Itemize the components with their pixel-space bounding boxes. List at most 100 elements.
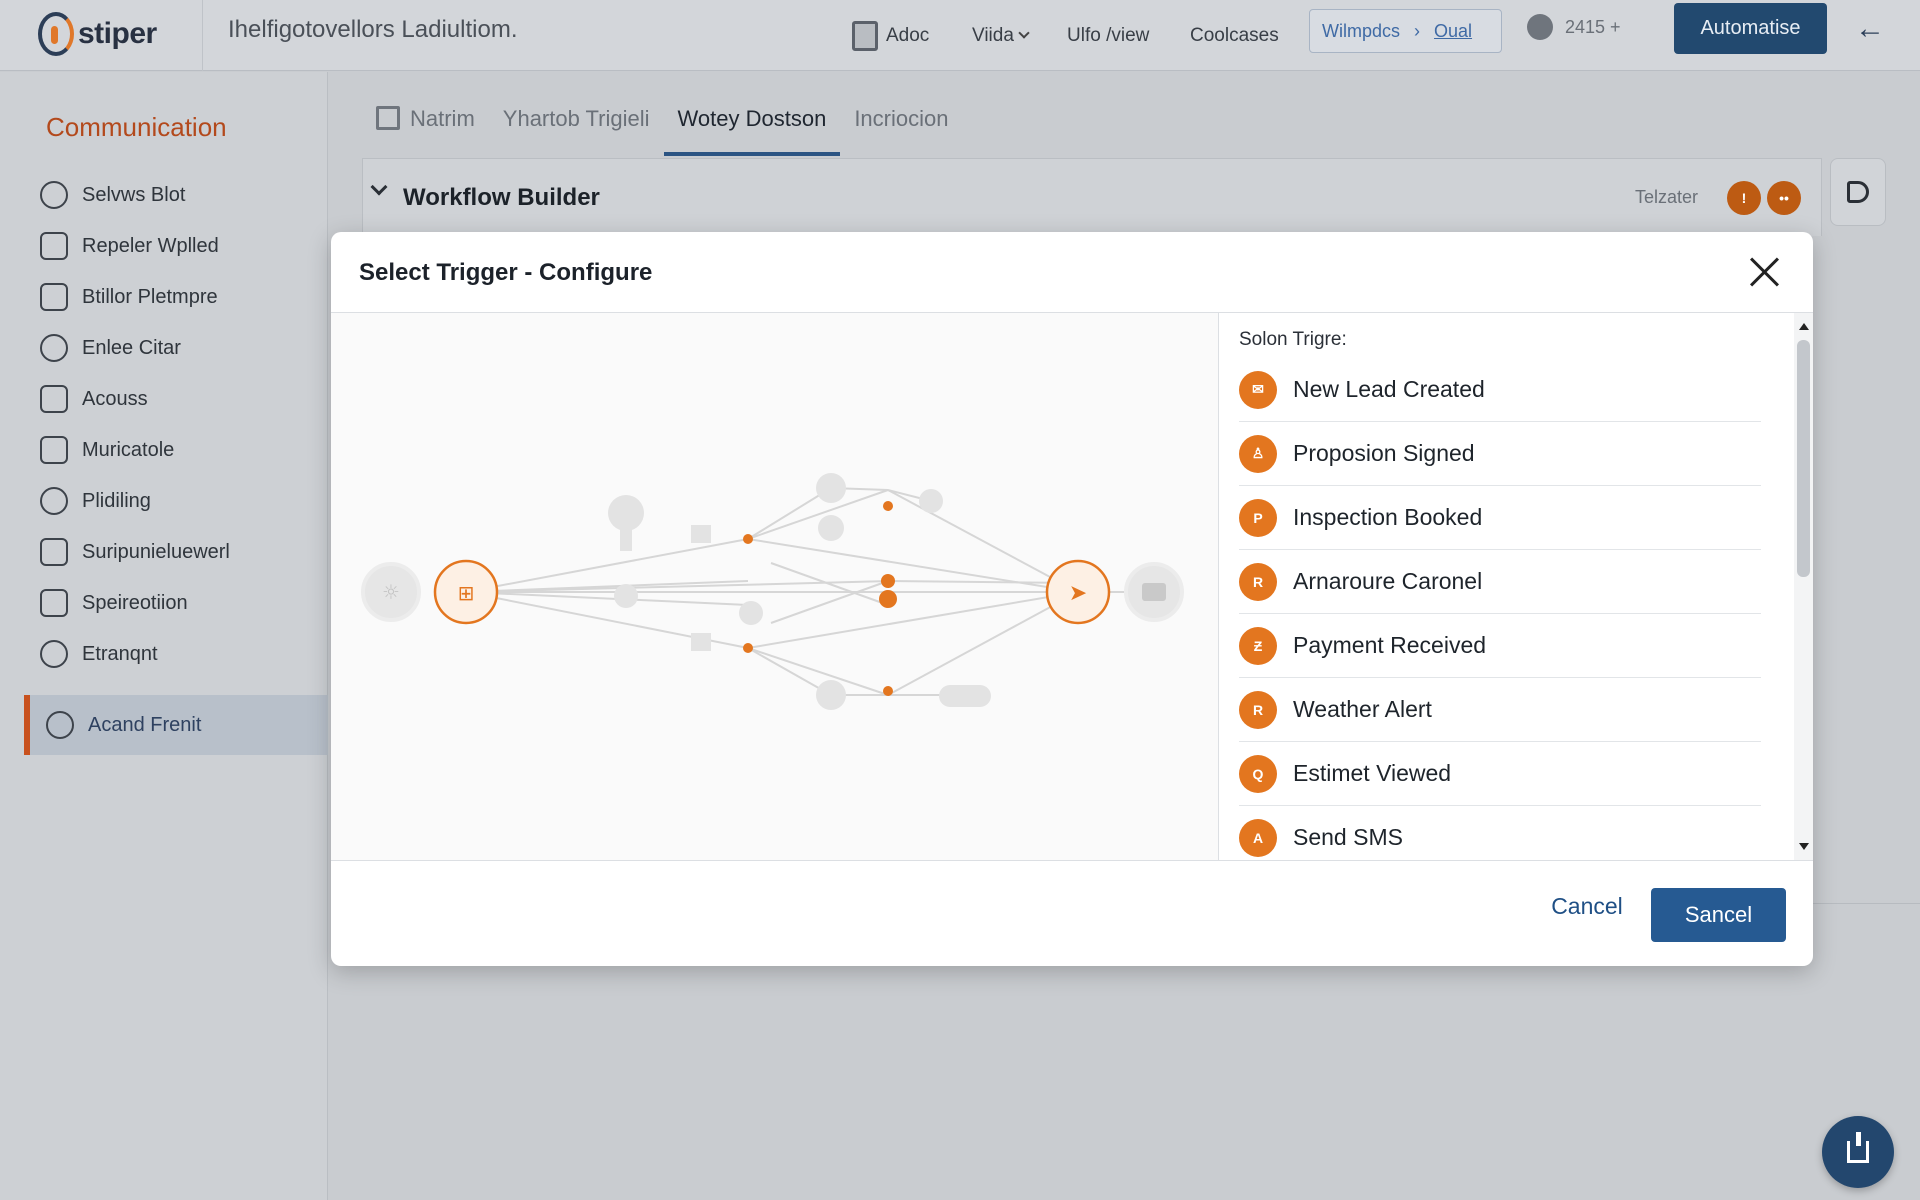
trigger-list-heading: Solon Trigre: bbox=[1239, 329, 1347, 350]
trigger-label: Arnaroure Caronel bbox=[1293, 568, 1483, 594]
breadcrumb-item[interactable]: Wilmpdcs bbox=[1322, 21, 1400, 42]
sms-icon: A bbox=[1239, 818, 1277, 857]
select-trigger-modal: Select Trigger - Configure ☼ ⊞ ➤ Solon T… bbox=[331, 232, 1813, 966]
trigger-item[interactable]: ♙ Proposion Signed bbox=[1239, 422, 1761, 486]
document-icon bbox=[40, 436, 68, 464]
counter-value: 2415 + bbox=[1565, 16, 1621, 37]
trigger-item[interactable]: ✉ New Lead Created bbox=[1239, 358, 1761, 422]
side-panel-toggle-button[interactable] bbox=[1830, 158, 1886, 226]
chevron-down-icon[interactable] bbox=[370, 178, 388, 196]
pin-icon: P bbox=[1239, 498, 1277, 537]
nav-label: Ulfo /view bbox=[1067, 24, 1150, 46]
sidebar-item-active[interactable]: Acand Frenit bbox=[24, 695, 328, 755]
user-icon: ♙ bbox=[1239, 434, 1277, 473]
trigger-item[interactable]: R Arnaroure Caronel bbox=[1239, 550, 1761, 614]
trigger-item[interactable]: R Weather Alert bbox=[1239, 678, 1761, 742]
workflow-header: Workflow Builder Telzater ! •• bbox=[362, 158, 1822, 236]
more-icon[interactable]: •• bbox=[1767, 181, 1801, 215]
sidebar-item-label: Acouss bbox=[82, 387, 148, 410]
sidebar-item[interactable]: Acouss bbox=[40, 379, 148, 419]
sidebar: Communication Selvws Blot Repeler Wplled… bbox=[0, 72, 328, 1200]
alert-icon: R bbox=[1239, 690, 1277, 729]
workflow-canvas[interactable]: ☼ ⊞ ➤ bbox=[331, 313, 1219, 860]
sidebar-item-label: Speireotiion bbox=[82, 591, 188, 614]
building-icon bbox=[852, 20, 878, 51]
sidebar-item[interactable]: Speireotiion bbox=[40, 583, 188, 623]
trigger-label: Send SMS bbox=[1293, 824, 1403, 850]
flag-icon: R bbox=[1239, 562, 1277, 601]
nav-item-viida[interactable]: Viida bbox=[972, 0, 1030, 71]
monitor-icon bbox=[40, 283, 68, 311]
modal-footer: Cancel Sancel bbox=[331, 860, 1813, 966]
sidebar-item[interactable]: Selvws Blot bbox=[40, 175, 185, 215]
trigger-label: Inspection Booked bbox=[1293, 504, 1483, 530]
sidebar-item[interactable]: Muricatole bbox=[40, 430, 174, 470]
sidebar-item[interactable]: Enlee Citar bbox=[40, 328, 181, 368]
modal-title: Select Trigger - Configure bbox=[359, 259, 653, 286]
trigger-item[interactable]: Q Estimet Viewed bbox=[1239, 742, 1761, 806]
scroll-up-icon[interactable] bbox=[1799, 323, 1809, 330]
user-avatar-icon[interactable] bbox=[1527, 14, 1553, 40]
automatise-button[interactable]: Automatise bbox=[1674, 3, 1827, 54]
tab-incriocion[interactable]: Incriocion bbox=[840, 90, 962, 156]
tab-natrim[interactable]: Natrim bbox=[362, 90, 489, 156]
sidebar-item[interactable]: Etranqnt bbox=[40, 634, 158, 674]
chevron-right-icon: › bbox=[1414, 20, 1421, 41]
sidebar-item[interactable]: Plidiling bbox=[40, 481, 151, 521]
app-logo[interactable]: stiper bbox=[38, 8, 157, 60]
nav-item-coolcases[interactable]: Coolcases bbox=[1190, 0, 1279, 71]
panel-icon bbox=[1847, 181, 1869, 203]
sidebar-item[interactable]: Btillor Pletmpre bbox=[40, 277, 218, 317]
workflow-title: Workflow Builder bbox=[403, 184, 600, 211]
coin-icon bbox=[40, 334, 68, 362]
shield-icon bbox=[40, 232, 68, 260]
trigger-item[interactable]: P Inspection Booked bbox=[1239, 486, 1761, 550]
trigger-item[interactable]: Ƶ Payment Received bbox=[1239, 614, 1761, 678]
mail-icon bbox=[40, 385, 68, 413]
sidebar-item-label: Acand Frenit bbox=[88, 713, 202, 736]
share-icon bbox=[1847, 1132, 1869, 1163]
sidebar-title: Communication bbox=[46, 112, 227, 142]
sidebar-item-label: Enlee Citar bbox=[82, 336, 181, 359]
nav-item-view[interactable]: Ulfo /view bbox=[1067, 0, 1149, 71]
scrollbar[interactable] bbox=[1794, 313, 1813, 860]
modal-header: Select Trigger - Configure bbox=[331, 232, 1813, 313]
tab-label: Yhartob Trigieli bbox=[502, 106, 650, 131]
calendar-icon bbox=[40, 589, 68, 617]
scroll-down-icon[interactable] bbox=[1799, 843, 1809, 850]
nav-label: Adoc bbox=[886, 24, 930, 46]
tab-bar: Natrim Yhartob Trigieli Wotey Dostson In… bbox=[362, 90, 962, 156]
trigger-label: Proposion Signed bbox=[1293, 440, 1475, 466]
breadcrumb: Wilmpdcs › Oual bbox=[1309, 9, 1502, 53]
clipboard-icon bbox=[40, 538, 68, 566]
sidebar-item[interactable]: Acand Frenit bbox=[46, 705, 201, 745]
sidebar-item[interactable]: Suripunieluewerl bbox=[40, 532, 230, 572]
trigger-item[interactable]: A Send SMS bbox=[1239, 806, 1761, 860]
close-icon[interactable] bbox=[1749, 256, 1781, 288]
cancel-button[interactable]: Cancel bbox=[1527, 891, 1647, 921]
inbox-icon: ✉ bbox=[1239, 370, 1277, 409]
svg-text:☼: ☼ bbox=[382, 580, 400, 604]
back-arrow-icon[interactable]: ← bbox=[1855, 12, 1885, 46]
sidebar-item-label: Plidiling bbox=[82, 489, 151, 512]
sidebar-item-label: Btillor Pletmpre bbox=[82, 285, 218, 308]
svg-text:➤: ➤ bbox=[1069, 581, 1087, 606]
logo-icon bbox=[38, 12, 74, 56]
status-counter: 2415 + bbox=[1527, 14, 1621, 40]
tab-label: Wotey Dostson bbox=[677, 106, 827, 131]
scroll-thumb[interactable] bbox=[1797, 340, 1810, 577]
tab-trigger[interactable]: Yhartob Trigieli bbox=[489, 90, 664, 156]
info-icon[interactable]: ! bbox=[1727, 181, 1761, 215]
confirm-button[interactable]: Sancel bbox=[1651, 888, 1786, 942]
trigger-label: New Lead Created bbox=[1293, 376, 1485, 402]
nav-item-adoc[interactable]: Adoc bbox=[852, 0, 929, 71]
sidebar-item[interactable]: Repeler Wplled bbox=[40, 226, 219, 266]
breadcrumb-item[interactable]: Oual bbox=[1434, 21, 1472, 42]
nav-label: Coolcases bbox=[1190, 24, 1279, 46]
trigger-list: ✉ New Lead Created ♙ Proposion Signed P … bbox=[1239, 358, 1761, 860]
tab-active[interactable]: Wotey Dostson bbox=[663, 90, 841, 156]
trigger-label: Estimet Viewed bbox=[1293, 760, 1452, 786]
top-bar: stiper Ihelfigotovellors Ladiultiom. Ado… bbox=[0, 0, 1920, 71]
location-icon bbox=[40, 640, 68, 668]
share-button[interactable] bbox=[1822, 1116, 1894, 1188]
